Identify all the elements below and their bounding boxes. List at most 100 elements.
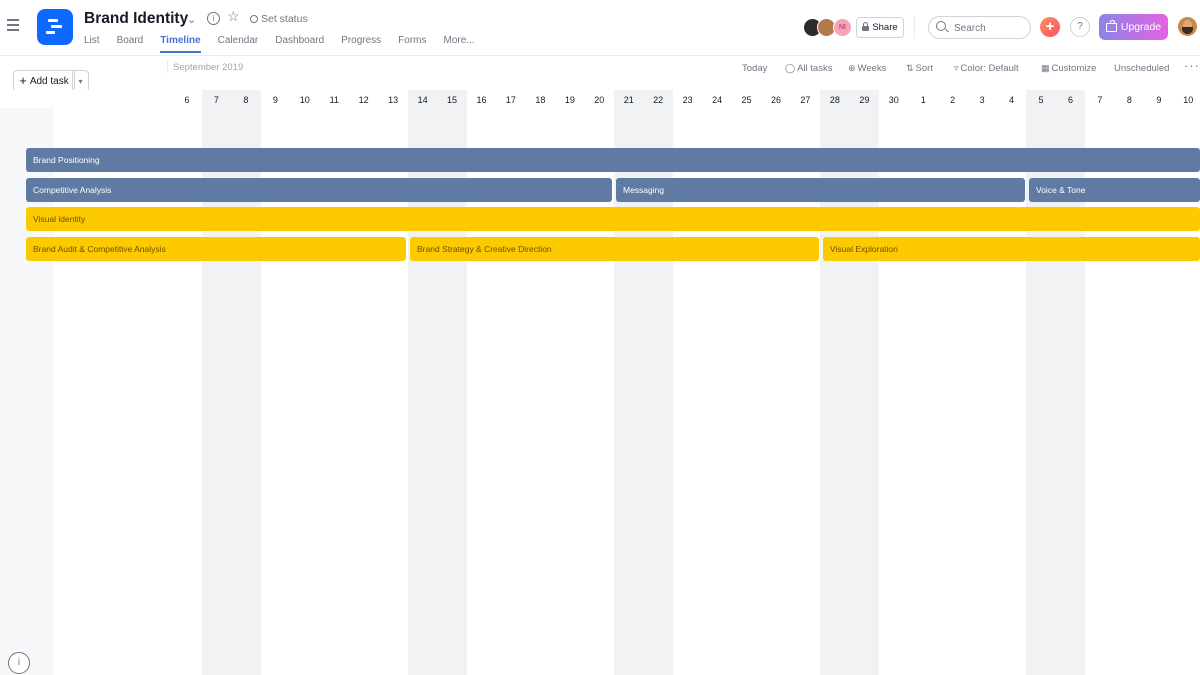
day-label: 9: [272, 95, 278, 105]
tab-board[interactable]: Board: [117, 35, 144, 53]
plus-icon: +: [19, 73, 27, 88]
day-label: 28: [829, 95, 840, 105]
task-bar[interactable]: Visual identity: [26, 207, 1200, 231]
add-task-label: Add task: [29, 75, 69, 87]
day-label: 6: [184, 95, 190, 105]
sort-icon: ⇅: [906, 63, 914, 73]
day-label: 10: [299, 95, 310, 105]
day-label: 10: [1183, 95, 1194, 105]
day-label: 4: [1009, 95, 1015, 105]
zoom-weeks-button[interactable]: ⊕ Weeks: [848, 63, 886, 74]
check-circle-icon: ◯: [785, 63, 796, 73]
tab-forms[interactable]: Forms: [398, 35, 426, 53]
chevron-down-icon[interactable]: ⌄: [187, 13, 196, 26]
day-label: 8: [1126, 95, 1132, 105]
zoom-icon: ⊕: [848, 63, 856, 73]
sort-label: Sort: [915, 63, 933, 74]
add-task-button[interactable]: + Add task: [13, 70, 75, 92]
day-label: 25: [741, 95, 752, 105]
star-icon[interactable]: ☆: [227, 8, 240, 25]
day-label: 11: [329, 95, 339, 105]
tab-progress[interactable]: Progress: [341, 35, 381, 53]
day-label: 15: [447, 95, 458, 105]
day-label: 16: [476, 95, 487, 105]
project-title: Brand Identity: [84, 10, 189, 27]
tab-timeline[interactable]: Timeline: [160, 35, 201, 53]
color-button[interactable]: ▿ Color: Default: [954, 63, 1019, 74]
day-label: 6: [1067, 95, 1073, 105]
share-label: Share: [872, 22, 898, 33]
day-label: 17: [505, 95, 516, 105]
day-label: 7: [1097, 95, 1103, 105]
month-label: September 2019: [173, 62, 244, 73]
day-label: 13: [388, 95, 399, 105]
lock-icon: [862, 22, 870, 31]
day-label: 19: [564, 95, 575, 105]
month-divider: [167, 60, 168, 73]
menu-icon[interactable]: [7, 19, 19, 31]
task-bar[interactable]: Brand Strategy & Creative Direction: [410, 237, 819, 261]
top-bar: Brand Identity ⌄ i ☆ Set status List Boa…: [0, 0, 1200, 56]
task-bar[interactable]: Brand Audit & Competitive Analysis: [26, 237, 406, 261]
tab-dashboard[interactable]: Dashboard: [275, 35, 324, 53]
day-label: 2: [950, 95, 956, 105]
search-input[interactable]: [952, 19, 1028, 37]
search-box[interactable]: [928, 16, 1031, 39]
info-circle-icon[interactable]: i: [8, 652, 30, 674]
day-label: 27: [800, 95, 811, 105]
task-bar[interactable]: Messaging: [616, 178, 1025, 202]
all-tasks-label: All tasks: [797, 63, 833, 74]
day-label: 14: [417, 95, 428, 105]
color-label: Color: Default: [960, 63, 1019, 74]
day-label: 12: [358, 95, 369, 105]
add-task-dropdown[interactable]: ▾: [72, 70, 89, 92]
task-bar[interactable]: Brand Positioning: [26, 148, 1200, 172]
task-bar[interactable]: Visual Exploration: [823, 237, 1200, 261]
day-label: 9: [1156, 95, 1162, 105]
day-label: 18: [535, 95, 546, 105]
quick-add-button[interactable]: +: [1040, 17, 1060, 37]
search-icon: [936, 21, 946, 31]
upgrade-label: Upgrade: [1120, 21, 1162, 33]
upgrade-button[interactable]: Upgrade: [1099, 14, 1168, 40]
day-label: 7: [213, 95, 219, 105]
day-label: 29: [859, 95, 870, 105]
help-button[interactable]: ?: [1070, 17, 1090, 37]
grid-icon: ▦: [1041, 63, 1050, 73]
day-label: 23: [682, 95, 693, 105]
tab-more[interactable]: More...: [444, 35, 475, 53]
day-label: 24: [712, 95, 723, 105]
task-bar[interactable]: Voice & Tone: [1029, 178, 1200, 202]
divider: [914, 16, 915, 38]
day-label: 8: [243, 95, 249, 105]
day-label: 22: [653, 95, 664, 105]
unscheduled-button[interactable]: Unscheduled: [1114, 63, 1169, 74]
more-icon[interactable]: ···: [1184, 58, 1200, 73]
day-label: 30: [888, 95, 899, 105]
day-label: 26: [770, 95, 781, 105]
day-label: 1: [920, 95, 926, 105]
set-status-link[interactable]: Set status: [261, 13, 308, 25]
paint-icon: ▿: [954, 63, 959, 73]
project-tabs: List Board Timeline Calendar Dashboard P…: [84, 35, 492, 53]
customize-label: Customize: [1051, 63, 1097, 74]
today-button[interactable]: Today: [742, 63, 767, 74]
info-icon[interactable]: i: [207, 12, 220, 25]
all-tasks-button[interactable]: ◯ All tasks: [785, 63, 832, 74]
day-label: 5: [1038, 95, 1044, 105]
day-label: 21: [623, 95, 634, 105]
status-circle-icon: [250, 15, 258, 23]
tab-calendar[interactable]: Calendar: [218, 35, 259, 53]
upgrade-icon: [1105, 19, 1117, 32]
project-icon: [37, 9, 73, 45]
share-button[interactable]: Share: [856, 17, 904, 38]
member-avatar-initials[interactable]: NI: [833, 18, 852, 37]
weeks-label: Weeks: [857, 63, 887, 74]
task-bar[interactable]: Competitive Analysis: [26, 178, 612, 202]
customize-button[interactable]: ▦ Customize: [1041, 63, 1096, 74]
tab-list[interactable]: List: [84, 35, 100, 53]
sort-button[interactable]: ⇅ Sort: [906, 63, 933, 74]
user-avatar[interactable]: [1178, 17, 1197, 36]
day-label: 20: [594, 95, 605, 105]
day-label: 3: [979, 95, 985, 105]
